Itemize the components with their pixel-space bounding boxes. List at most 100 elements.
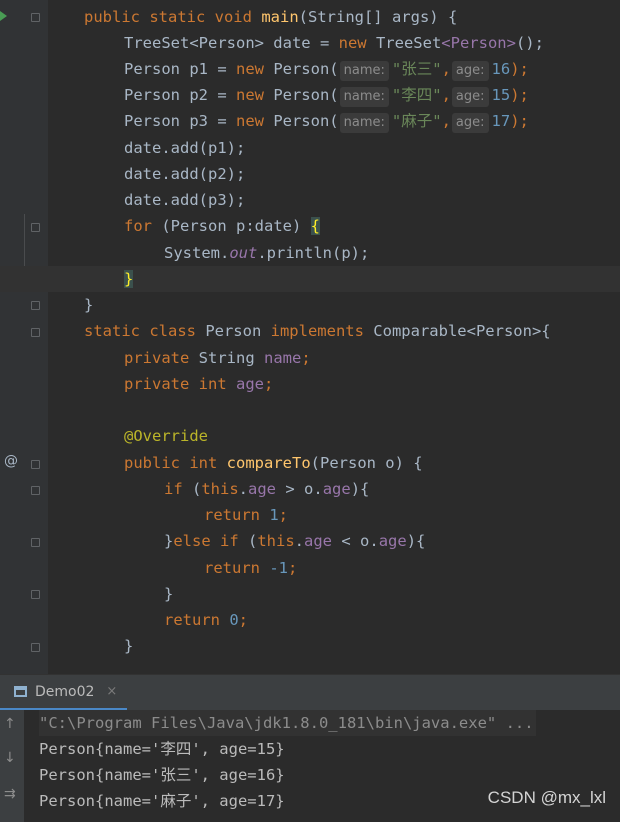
number-literal: 0 (220, 611, 239, 629)
code-line-return[interactable]: return 0; (0, 607, 620, 633)
code-line-add[interactable]: date.add(p3); (0, 187, 620, 213)
interface: Comparable<Person>{ (363, 322, 551, 340)
field-name: age (248, 480, 277, 498)
code-line-p3[interactable]: Person p3 = new Person(name: "麻子", age: 17)… (0, 108, 620, 134)
keyword: public static void (84, 8, 252, 26)
close-brace: } (84, 296, 94, 314)
paren: ( (238, 532, 258, 550)
end: ){ (350, 480, 370, 498)
console-output-line: Person{name='麻子', age=17} (39, 792, 285, 810)
number-literal: 15 (491, 86, 511, 104)
close-brace: } (164, 585, 174, 603)
compare: > o. (276, 480, 323, 498)
code-line-return[interactable]: return -1; (0, 555, 620, 581)
end: ; (278, 506, 289, 524)
comma: , (441, 60, 451, 78)
string-literal: "麻子" (391, 112, 442, 130)
keyword: for (124, 217, 152, 235)
code-line-compareto[interactable]: public int compareTo(Person o) { (0, 450, 620, 476)
number-literal: 1 (260, 506, 279, 524)
code-line-treeset[interactable]: TreeSet<Person> date = new TreeSet<Perso… (0, 30, 620, 56)
param-hint: name: (339, 113, 389, 133)
code-line-class[interactable]: static class Person implements Comparabl… (0, 318, 620, 344)
string-literal: "张三" (391, 60, 442, 78)
code-line-close[interactable]: } (0, 292, 620, 318)
code-line-if[interactable]: if (this.age > o.age){ (0, 476, 620, 502)
comma: , (441, 86, 451, 104)
keyword: return (204, 559, 260, 577)
keyword: static class (84, 322, 196, 340)
code-line-for[interactable]: for (Person p:date) { (0, 213, 620, 239)
code-line-add[interactable]: date.add(p2); (0, 161, 620, 187)
code-line-annotation[interactable]: @Override (0, 423, 620, 449)
end: ); (510, 86, 529, 104)
keyword: if (164, 480, 183, 498)
end: ; (288, 559, 298, 577)
param-hint: name: (339, 61, 389, 81)
method-name: compareTo (217, 454, 311, 472)
field-name: age (378, 532, 407, 550)
keyword: new (338, 34, 367, 52)
decl: TreeSet<Person> date = (124, 34, 339, 52)
type: TreeSet (366, 34, 442, 52)
compare: < o. (332, 532, 379, 550)
keyword: return (204, 506, 260, 524)
end: ; (301, 349, 311, 367)
keyword: new (235, 112, 264, 130)
code-line-add[interactable]: date.add(p1); (0, 135, 620, 161)
param-hint: age: (451, 61, 489, 81)
field-name: age (322, 480, 351, 498)
decl: Person p3 = (124, 112, 236, 130)
close-icon[interactable]: × (106, 684, 117, 699)
param-hint: age: (451, 87, 489, 107)
method-name: main (261, 8, 299, 26)
soft-wrap-icon[interactable]: ⇉ (4, 786, 16, 802)
keyword: return (164, 611, 220, 629)
type: int (189, 375, 236, 393)
end: ); (510, 112, 529, 130)
code-editor[interactable]: @ public static void main(String[] args)… (0, 0, 620, 674)
end: ); (510, 60, 529, 78)
call: .println(p); (257, 244, 370, 262)
code-line-field[interactable]: private int age; (0, 371, 620, 397)
console-command-line: "C:\Program Files\Java\jdk1.8.0_181\bin\… (39, 710, 536, 736)
code-line-field[interactable]: private String name; (0, 345, 620, 371)
console-output-line: Person{name='李四', age=15} (39, 740, 285, 758)
code-line-return[interactable]: return 1; (0, 502, 620, 528)
decl: Person p2 = (124, 86, 236, 104)
code-line-current[interactable]: } (0, 266, 620, 292)
type: String (189, 349, 264, 367)
generic: <Person> (441, 34, 516, 52)
run-tab-demo02[interactable]: Demo02 × (0, 675, 128, 711)
watermark: CSDN @mx_lxl (487, 788, 606, 807)
string-literal: "李四" (391, 86, 442, 104)
statement: date.add(p3); (124, 191, 246, 209)
arrow-down-icon[interactable]: ↓ (4, 750, 16, 766)
keyword: new (235, 60, 264, 78)
params: (Person o) { (310, 454, 423, 472)
code-line-main[interactable]: public static void main(String[] args) { (0, 4, 620, 30)
statement: date.add(p2); (124, 165, 246, 183)
arrow-up-icon[interactable]: ↑ (4, 716, 16, 732)
end: ; (264, 375, 274, 393)
code-line-println[interactable]: System.out.println(p); (0, 240, 620, 266)
comma: , (441, 112, 451, 130)
brace: } (164, 532, 174, 550)
class-name: Person (195, 322, 271, 340)
code-line-p2[interactable]: Person p2 = new Person(name: "李四", age: 15)… (0, 82, 620, 108)
static-field: out (229, 244, 258, 262)
code-line-close-if[interactable]: } (0, 581, 620, 607)
statement: date.add(p1); (124, 139, 246, 157)
code-line-close-method[interactable]: } (0, 633, 620, 659)
param-hint: age: (451, 113, 489, 133)
console-output-line: Person{name='张三', age=16} (39, 766, 285, 784)
run-panel-header: Demo02 × (0, 674, 620, 711)
code-line-elseif[interactable]: }else if (this.age < o.age){ (0, 528, 620, 554)
params: (String[] args) { (298, 8, 458, 26)
ctor: Person( (263, 86, 339, 104)
param-hint: name: (339, 87, 389, 107)
code-line-p1[interactable]: Person p1 = new Person(name: "张三", age: 16)… (0, 56, 620, 82)
keyword: implements (270, 322, 364, 340)
console-toolbar: ↑ ↓ ⇉ (0, 710, 24, 822)
keyword: private (124, 349, 190, 367)
